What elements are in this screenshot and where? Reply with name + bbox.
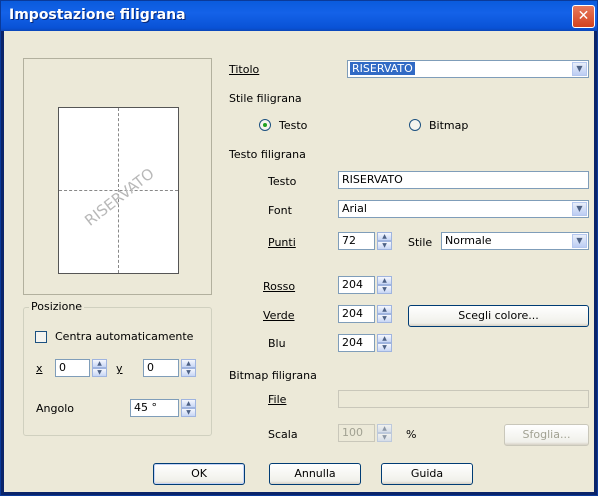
verde-label: Verde [263,309,295,322]
dialog-client: RISERVATO Posizione Centra automaticamen… [4,31,594,492]
chevron-down-icon[interactable]: ▼ [572,202,587,216]
scala-label: Scala [268,428,298,441]
spin-down-icon[interactable]: ▼ [377,285,392,294]
radio-bitmap[interactable] [409,119,421,131]
x-spinner[interactable]: ▲ ▼ [92,359,107,377]
stile-select[interactable]: Normale ▼ [441,232,589,250]
spin-down-icon[interactable]: ▼ [377,343,392,352]
preview-watermark: RISERVATO [81,164,158,230]
punti-input[interactable]: 72 [338,232,375,250]
scala-input[interactable]: 100 [338,424,375,442]
angolo-spinner[interactable]: ▲ ▼ [181,399,196,417]
blu-label: Blu [268,337,286,350]
y-label: y [116,362,123,375]
window-title: Impostazione filigrana [9,7,186,23]
testo-filigrana-label: Testo filigrana [229,148,306,161]
titolo-label: Titolo [229,63,260,76]
radio-testo[interactable] [259,119,271,131]
font-label: Font [268,204,292,217]
guida-button[interactable]: Guida [381,463,473,485]
annulla-button[interactable]: Annulla [269,463,361,485]
testo-label: Testo [268,175,297,188]
scala-unit: % [406,428,417,441]
close-icon: ✕ [577,8,590,24]
spin-up-icon[interactable]: ▲ [92,359,107,368]
punti-label: Punti [268,236,296,249]
stile-filigrana-label: Stile filigrana [229,92,302,105]
spin-up-icon[interactable]: ▲ [181,359,196,368]
rosso-spinner[interactable]: ▲ ▼ [377,276,392,294]
spin-down-icon[interactable]: ▼ [377,433,392,442]
spin-up-icon[interactable]: ▲ [377,334,392,343]
file-input[interactable] [338,390,589,408]
scegli-colore-button[interactable]: Scegli colore... [408,305,589,327]
verde-input[interactable]: 204 [338,305,375,323]
font-value: Arial [342,202,367,215]
spin-up-icon[interactable]: ▲ [377,305,392,314]
spin-up-icon[interactable]: ▲ [377,276,392,285]
angolo-input[interactable]: 45 ° [130,399,179,417]
x-input[interactable]: 0 [55,359,90,377]
chevron-down-icon[interactable]: ▼ [572,62,587,76]
blu-spinner[interactable]: ▲ ▼ [377,334,392,352]
sfoglia-button[interactable]: Sfoglia... [504,424,589,446]
ok-button[interactable]: OK [153,463,245,485]
rosso-input[interactable]: 204 [338,276,375,294]
bitmap-filigrana-label: Bitmap filigrana [229,369,317,382]
scala-spinner[interactable]: ▲ ▼ [377,424,392,442]
file-label: File [268,393,287,406]
punti-spinner[interactable]: ▲ ▼ [377,232,392,250]
rosso-label: Rosso [263,280,296,293]
spin-down-icon[interactable]: ▼ [181,408,196,417]
posizione-label: Posizione [29,300,85,313]
verde-spinner[interactable]: ▲ ▼ [377,305,392,323]
spin-up-icon[interactable]: ▲ [181,399,196,408]
stile-label: Stile [408,236,433,249]
spin-down-icon[interactable]: ▼ [92,368,107,377]
spin-down-icon[interactable]: ▼ [377,314,392,323]
radio-testo-label: Testo [279,119,308,132]
y-input[interactable]: 0 [143,359,179,377]
titolo-select[interactable]: RISERVATO ▼ [347,60,589,78]
preview-panel: RISERVATO [23,58,212,295]
spin-up-icon[interactable]: ▲ [377,232,392,241]
stile-value: Normale [445,234,492,247]
angolo-label: Angolo [36,402,74,415]
centra-label: Centra automaticamente [55,330,194,343]
spin-up-icon[interactable]: ▲ [377,424,392,433]
chevron-down-icon[interactable]: ▼ [572,234,587,248]
spin-down-icon[interactable]: ▼ [377,241,392,250]
titolo-value: RISERVATO [350,62,415,75]
preview-page: RISERVATO [58,107,179,274]
font-select[interactable]: Arial ▼ [338,200,589,218]
title-bar[interactable]: Impostazione filigrana ✕ [1,1,597,31]
testo-input[interactable]: RISERVATO [338,171,589,189]
blu-input[interactable]: 204 [338,334,375,352]
dialog-window: Impostazione filigrana ✕ RISERVATO Posiz… [0,0,598,496]
spin-down-icon[interactable]: ▼ [181,368,196,377]
radio-bitmap-label: Bitmap [429,119,469,132]
radio-selected-dot [263,123,267,127]
centra-checkbox[interactable] [35,331,47,343]
y-spinner[interactable]: ▲ ▼ [181,359,196,377]
close-button[interactable]: ✕ [572,5,595,28]
x-label: x [36,362,43,375]
